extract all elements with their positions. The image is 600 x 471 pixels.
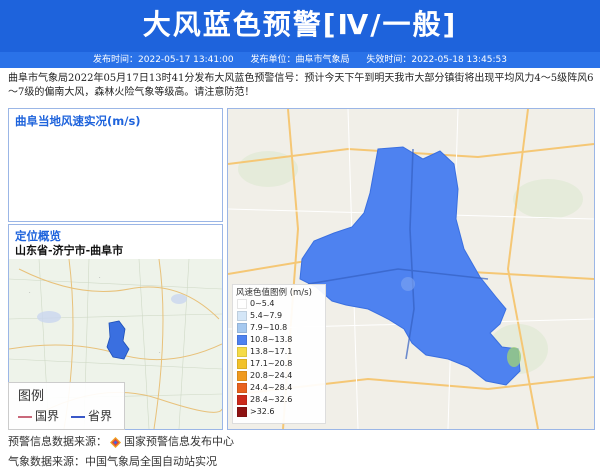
expire-time: 失效时间：2022-05-18 13:45:53 (366, 55, 507, 65)
weather-data-source: 气象数据来源：中国气象局全国自动站实况 (8, 455, 217, 468)
wind-legend-item: 5.4~7.9 (237, 310, 282, 321)
location-path: 山东省-济宁市-曲阜市 (15, 244, 124, 257)
wind-legend-item: 24.4~28.4 (237, 382, 292, 393)
legend-title: 图例 (18, 389, 45, 404)
boundary-legend: 图例 国界 省界 (8, 382, 125, 430)
legend-provincial-border: 省界 (71, 407, 112, 424)
warning-title: 大风蓝色预警[Ⅳ/一般] (142, 8, 458, 41)
provincial-border-swatch (71, 415, 85, 418)
publisher: 发布单位：曲阜市气象局 (250, 55, 350, 65)
warning-source-value[interactable]: 国家预警信息发布中心 (124, 435, 234, 448)
warning-meta-bar: 发布时间：2022-05-17 13:41:00 发布单位：曲阜市气象局 失效时… (0, 52, 600, 68)
wind-legend-item: 0~5.4 (237, 298, 275, 309)
warning-description: 曲阜市气象局2022年05月17日13时41分发布大风蓝色预警信号：预计今天下午… (8, 73, 594, 98)
wind-legend-item: 13.8~17.1 (237, 346, 292, 357)
legend-national-border: 国界 (18, 407, 59, 424)
wind-observation-panel: 曲阜当地风速实况(m/s) (8, 108, 223, 222)
national-border-swatch (18, 415, 32, 418)
wind-legend-title: 风速色值图例 (m/s) (236, 288, 312, 298)
wind-legend-item: 10.8~13.8 (237, 334, 292, 345)
wind-legend-item: >32.6 (237, 406, 275, 417)
wind-legend-item: 17.1~20.8 (237, 358, 292, 369)
publish-time: 发布时间：2022-05-17 13:41:00 (93, 55, 234, 65)
warning-source: 预警信息数据来源： 国家预警信息发布中心 (8, 433, 234, 449)
wind-legend-item: 20.8~24.4 (237, 370, 292, 381)
wind-legend-item: 7.9~10.8 (237, 322, 287, 333)
warning-source-label: 预警信息数据来源： (8, 435, 107, 448)
wind-legend-item: 28.4~32.6 (237, 394, 292, 405)
wind-speed-legend: 风速色值图例 (m/s) 0~5.4 5.4~7.9 7.9~10.8 10.8… (232, 284, 326, 424)
warning-banner: 大风蓝色预警[Ⅳ/一般] (0, 0, 600, 52)
wind-panel-title: 曲阜当地风速实况(m/s) (15, 114, 141, 128)
release-center-logo-icon (110, 436, 121, 448)
